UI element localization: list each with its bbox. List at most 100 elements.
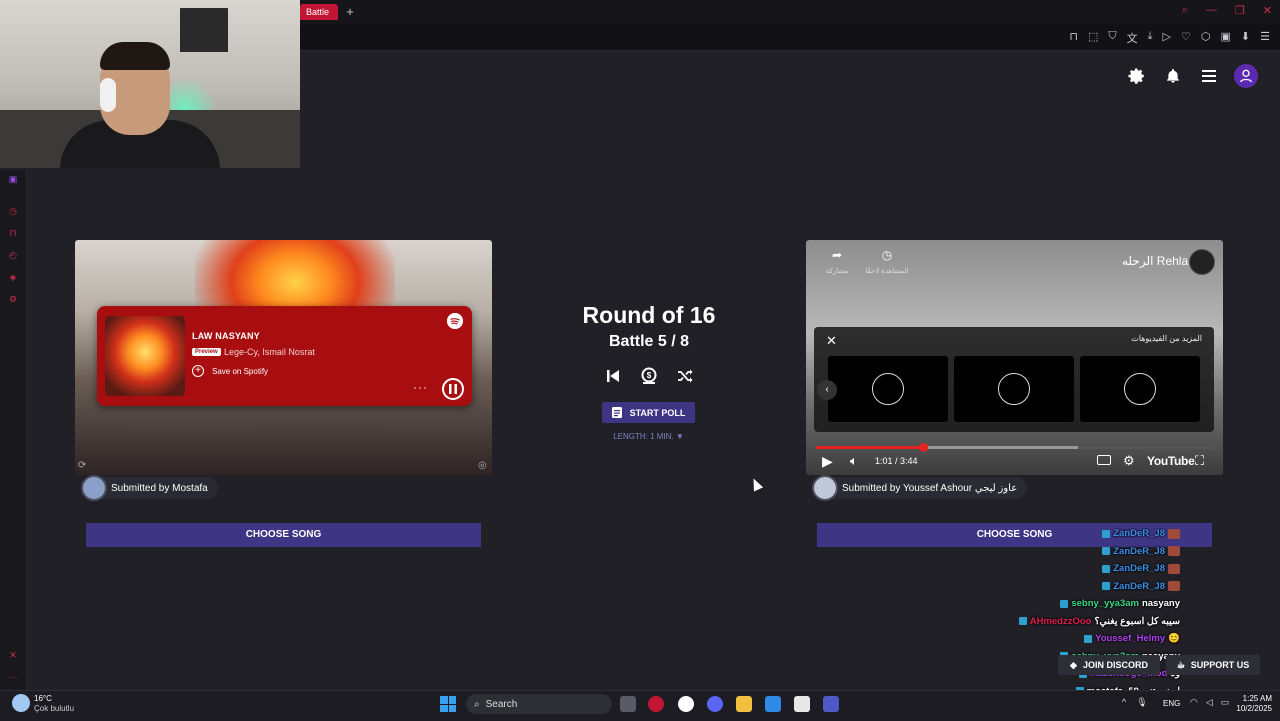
refresh-icon[interactable]: ⟳ — [78, 460, 86, 471]
heart-icon[interactable]: ♡ — [1181, 30, 1191, 46]
settings-gear-icon[interactable] — [1126, 65, 1148, 87]
fullscreen-icon[interactable]: ⛶ — [1195, 453, 1204, 469]
save-on-spotify-button[interactable]: + Save on Spotify — [192, 365, 268, 377]
youtube-logo[interactable]: YouTube — [1147, 454, 1195, 468]
channel-avatar[interactable] — [1189, 249, 1215, 275]
poll-length-select[interactable]: LENGTH: 1 MIN. ▼ — [560, 432, 737, 441]
watch-later-icon[interactable]: ◷ — [876, 248, 898, 262]
right-submitter: Submitted by Youssef Ashour عاوز ليجي — [812, 475, 1028, 501]
sidebar-settings-icon[interactable]: ⚙ — [8, 294, 18, 304]
menu-icon[interactable]: ☰ — [1260, 30, 1270, 46]
video-thumbnail[interactable] — [1080, 356, 1200, 422]
copilot-icon[interactable] — [765, 696, 781, 712]
tray-chevron-icon[interactable]: ^ — [1122, 697, 1126, 708]
chat-username[interactable]: ZanDeR_J8 — [1113, 546, 1165, 557]
discord-app-icon[interactable] — [707, 696, 723, 712]
join-discord-button[interactable]: ◆ JOIN DISCORD — [1058, 655, 1160, 675]
clock-date[interactable]: 10/2/2025 — [1222, 704, 1272, 713]
choose-left-song-button[interactable]: CHOOSE SONG — [86, 523, 481, 547]
weather-cloud-icon[interactable] — [12, 694, 30, 712]
cup-icon: ☕︎ — [1176, 659, 1185, 670]
tab-battle[interactable]: Battle — [300, 4, 338, 20]
sidebar-bookmark-icon[interactable]: ⊓ — [8, 228, 18, 238]
chat-username[interactable]: ZanDeR_J8 — [1113, 563, 1165, 574]
new-tab-button[interactable]: + — [343, 4, 357, 20]
video-scrubber[interactable] — [919, 443, 928, 452]
support-us-button[interactable]: ☕︎ SUPPORT US — [1166, 655, 1260, 675]
weather-description[interactable]: Çok bulutlu — [34, 704, 74, 713]
discord-icon: ◆ — [1070, 659, 1077, 670]
wifi-icon[interactable]: ◠ — [1190, 697, 1198, 708]
emblem-icon — [1124, 373, 1156, 405]
chat-text: 😊 — [1168, 633, 1180, 644]
store-icon[interactable] — [794, 696, 810, 712]
task-view-icon[interactable] — [620, 696, 636, 712]
play-icon[interactable]: ▷ — [1163, 30, 1171, 46]
maximize-icon[interactable]: ❐ — [1235, 4, 1245, 17]
weather-temp[interactable]: 16°C — [34, 694, 52, 703]
sidebar-more-icon[interactable]: ··· — [8, 672, 18, 682]
start-windows-icon[interactable] — [440, 696, 456, 712]
spotify-logo-icon[interactable] — [447, 313, 463, 329]
share-icon[interactable]: ➦ — [826, 248, 848, 262]
streamer-hair — [100, 42, 170, 70]
volume-icon[interactable]: 🔈︎ — [850, 453, 858, 469]
hamburger-menu-icon[interactable] — [1198, 65, 1220, 87]
chat-username[interactable]: sebny_yya3am — [1071, 598, 1139, 609]
shield-icon[interactable]: ⛉ — [1108, 30, 1116, 46]
extensions-icon[interactable]: ⬡ — [1201, 30, 1211, 46]
chat-username[interactable]: ZanDeR_J8 — [1113, 581, 1165, 592]
left-submitter: Submitted by Mostafa — [81, 475, 218, 501]
minimize-icon[interactable]: — — [1206, 4, 1217, 17]
language-indicator[interactable]: ENG — [1163, 699, 1180, 708]
chat-badge-icon — [1102, 564, 1111, 573]
file-explorer-icon[interactable] — [736, 696, 752, 712]
search-icon[interactable]: ⌕ — [1182, 4, 1188, 17]
sidebar-history-icon[interactable]: ◴ — [8, 250, 18, 260]
bookmark-icon[interactable]: ⊓ — [1069, 30, 1078, 46]
chevron-left-icon[interactable]: ‹ — [817, 380, 837, 400]
hide-eye-icon[interactable]: ◎ — [478, 460, 487, 471]
chat-username[interactable]: Youssef_Helmy — [1095, 633, 1165, 644]
sidebar-gx-icon[interactable]: ✕ — [8, 650, 18, 660]
video-thumbnail[interactable] — [954, 356, 1074, 422]
screenshot-icon[interactable]: ⬚ — [1088, 30, 1098, 46]
download-arrow-icon[interactable]: ⤓ — [1148, 30, 1153, 46]
video-thumbnail[interactable] — [828, 356, 948, 422]
chat-emote-icon — [1168, 581, 1180, 591]
video-settings-icon[interactable]: ⚙ — [1123, 453, 1135, 469]
taskbar-search[interactable]: ⌕ Search — [466, 694, 612, 714]
song-title[interactable]: LAW NASYANY — [192, 331, 260, 341]
close-icon[interactable]: ✕ — [1263, 4, 1272, 17]
chrome-icon[interactable] — [678, 696, 694, 712]
notifications-bell-icon[interactable] — [1162, 65, 1184, 87]
sidebar-chat-icon[interactable]: ◈ — [8, 272, 18, 282]
previous-battle-icon[interactable] — [604, 366, 622, 386]
pause-icon[interactable] — [442, 378, 464, 400]
chat-username[interactable]: AHmedzzOoo — [1030, 616, 1092, 627]
twitch-icon[interactable]: ▣ — [8, 174, 18, 184]
album-cover[interactable] — [105, 316, 185, 396]
video-title[interactable]: الرحله Rehla — [1122, 254, 1188, 268]
shuffle-icon[interactable] — [676, 366, 694, 386]
close-icon[interactable]: ✕ — [826, 333, 837, 349]
chat-username[interactable]: ZanDeR_J8 — [1113, 528, 1165, 539]
captions-icon[interactable] — [1097, 455, 1111, 465]
clock-time[interactable]: 1:25 AM — [1222, 694, 1272, 703]
user-avatar-icon[interactable] — [1234, 64, 1258, 88]
song-artists[interactable]: Lege-Cy, Ismail Nosrat — [224, 347, 315, 357]
start-poll-button[interactable]: START POLL — [602, 402, 695, 423]
tray-mic-icon[interactable]: 🎙︎ — [1136, 697, 1147, 708]
downloads-icon[interactable]: ⬇ — [1241, 30, 1250, 46]
coin-icon[interactable]: $ — [640, 366, 658, 386]
play-icon[interactable]: ▶ — [822, 453, 833, 470]
wallet-icon[interactable]: ▣ — [1221, 30, 1231, 46]
more-options-icon[interactable]: ··· — [413, 380, 428, 394]
chat-badge-icon — [1102, 547, 1111, 555]
opera-gx-icon[interactable] — [648, 696, 664, 712]
search-icon: ⌕ — [474, 698, 480, 710]
translate-icon[interactable]: 文 — [1127, 30, 1138, 46]
teams-icon[interactable] — [823, 696, 839, 712]
speaker-icon[interactable]: ◁ — [1206, 697, 1213, 708]
sidebar-clock-icon[interactable]: ◷ — [8, 206, 18, 216]
